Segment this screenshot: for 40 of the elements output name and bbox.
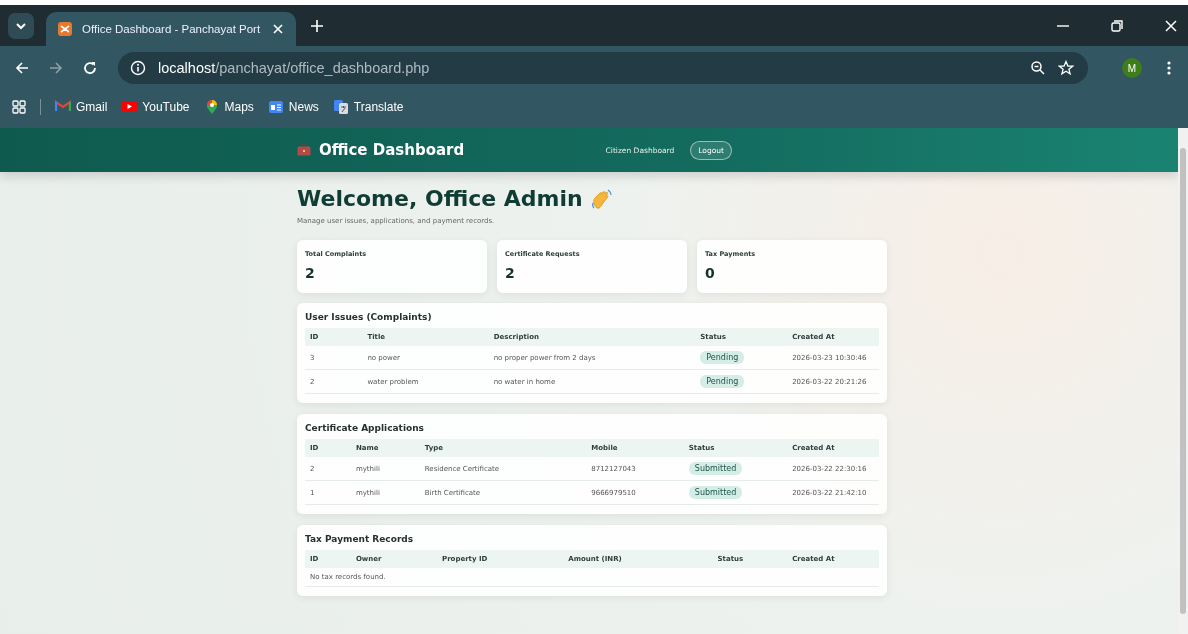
bookmark[interactable]: News <box>267 99 319 115</box>
stat-value: 0 <box>705 265 716 281</box>
reload-icon[interactable] <box>82 60 98 76</box>
newspaper-icon <box>267 99 284 115</box>
status-badge: Submitted <box>688 486 743 499</box>
status-badge: Submitted <box>688 462 743 475</box>
site-title: Office Dashboard <box>319 141 465 159</box>
browser-tab[interactable]: Office Dashboard - Panchayat Port <box>46 12 296 46</box>
app-logo-icon <box>58 22 72 36</box>
waving-hand-icon <box>590 187 613 210</box>
status-badge: Pending <box>700 351 745 364</box>
scrollbar[interactable] <box>1178 128 1188 634</box>
info-icon[interactable] <box>130 60 146 76</box>
url-text: localhost/panchayat/office_dashboard.php <box>158 60 430 76</box>
stat-value: 2 <box>305 265 316 281</box>
bookmark[interactable]: YouTube <box>121 99 190 115</box>
new-tab-icon[interactable] <box>310 18 324 33</box>
star-icon[interactable] <box>1058 60 1074 76</box>
stat-value: 2 <box>505 265 516 281</box>
section-title: Certificate Applications <box>305 423 425 433</box>
section-title: User Issues (Complaints) <box>305 312 433 322</box>
welcome-heading: Welcome, Office Admin <box>297 186 583 211</box>
menu-icon[interactable] <box>1166 60 1172 76</box>
section-title: Tax Payment Records <box>305 534 415 544</box>
close-icon[interactable] <box>1164 18 1178 33</box>
close-icon[interactable] <box>272 23 284 35</box>
briefcase-icon <box>297 144 311 156</box>
zoom-out-icon[interactable] <box>1030 60 1046 76</box>
bookmark[interactable]: Maps <box>203 99 254 115</box>
bookmark[interactable]: Gmail <box>55 99 108 115</box>
forward-icon[interactable] <box>48 60 64 76</box>
back-icon[interactable] <box>14 60 30 76</box>
address-bar[interactable]: localhost/panchayat/office_dashboard.php <box>118 52 1088 84</box>
status-badge: Pending <box>700 375 745 388</box>
translate-icon <box>332 99 349 115</box>
bookmark[interactable]: Translate <box>332 99 404 115</box>
profile-avatar[interactable]: M <box>1122 58 1142 78</box>
restore-icon[interactable] <box>1110 18 1124 33</box>
apps-grid-icon[interactable] <box>12 100 26 114</box>
play-icon <box>121 99 138 115</box>
